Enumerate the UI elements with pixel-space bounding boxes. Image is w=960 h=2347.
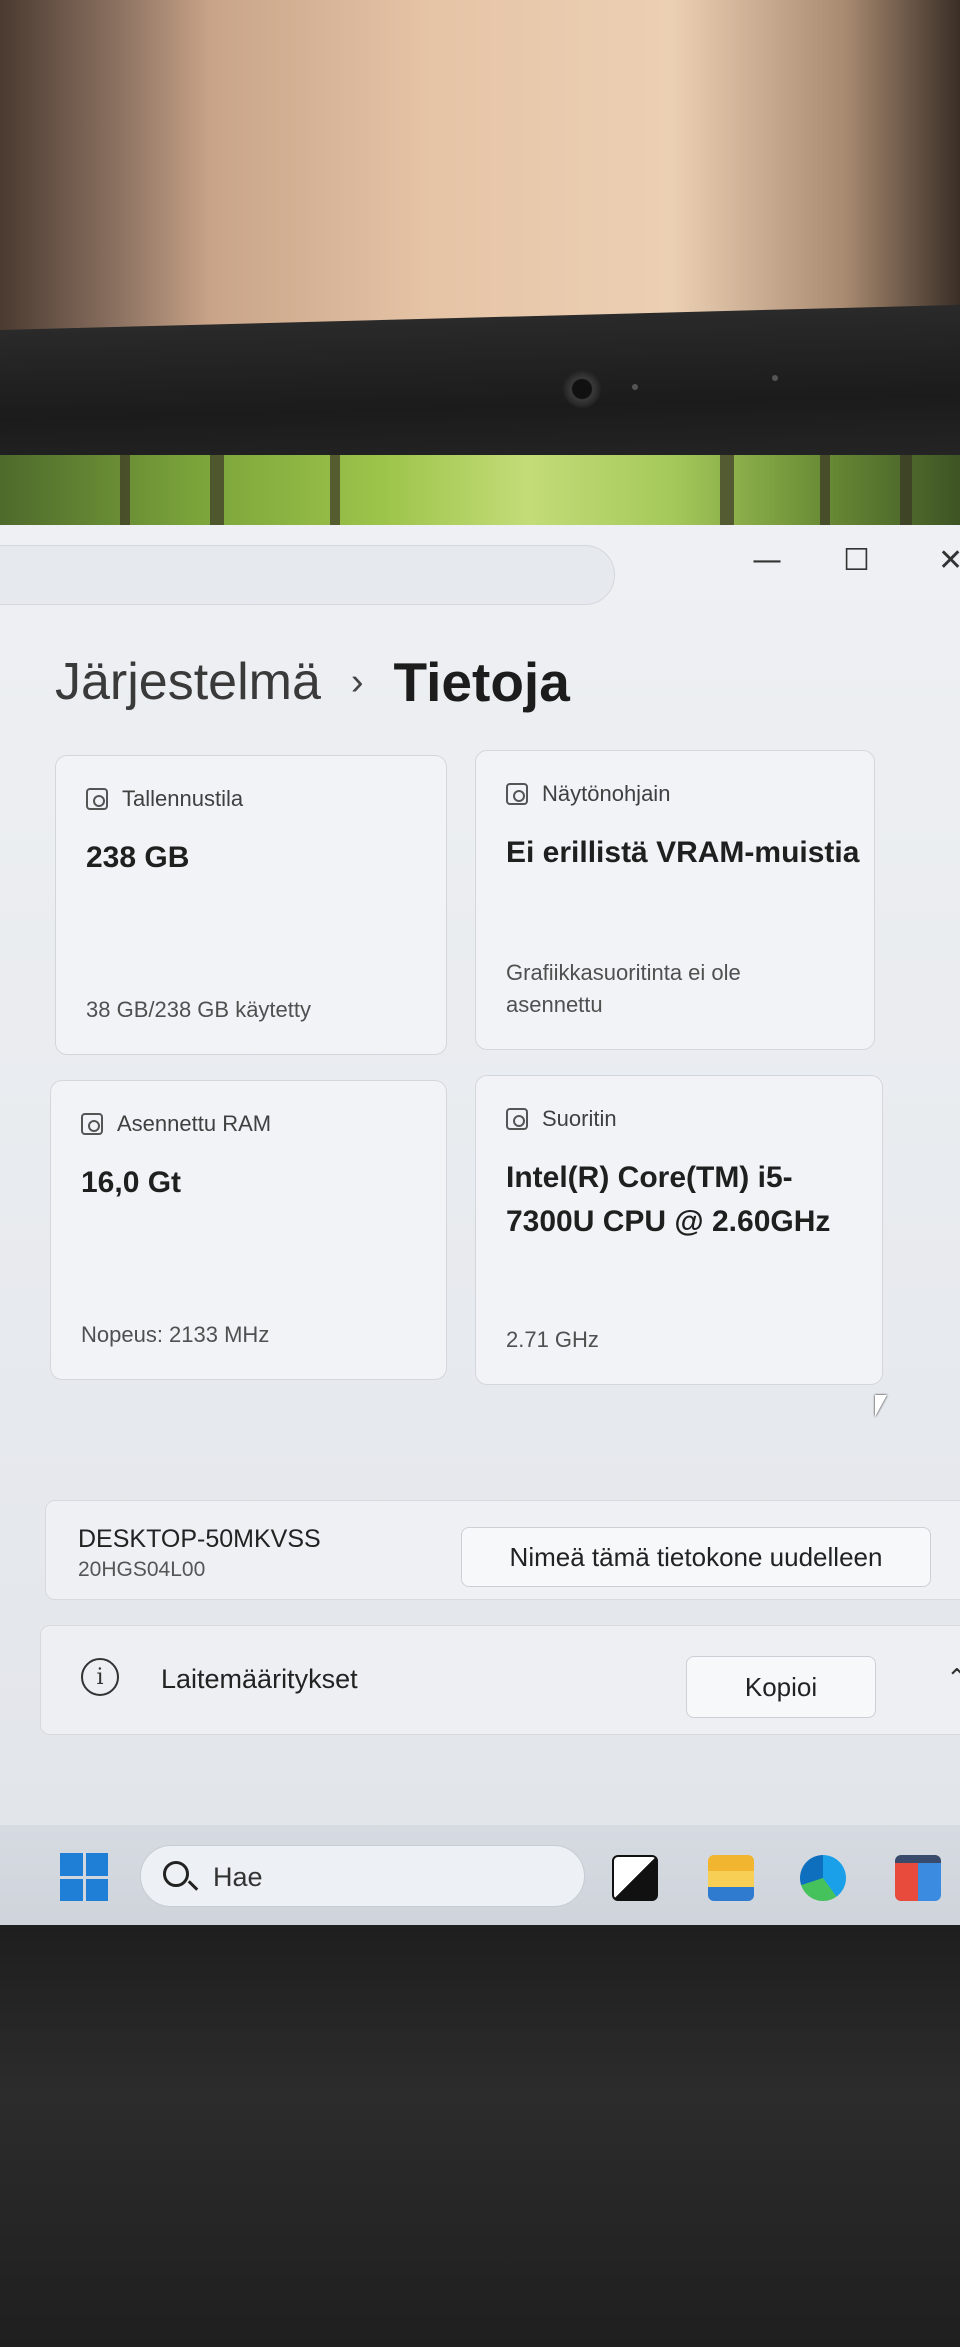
card-value: 16,0 Gt: [81, 1166, 182, 1199]
processor-icon: [506, 1108, 528, 1130]
windows-start-icon[interactable]: [60, 1853, 108, 1901]
graphics-card: Näytönohjain Ei erillistä VRAM-muistia G…: [475, 750, 875, 1050]
card-footer: Nopeus: 2133 MHz: [81, 1322, 270, 1347]
taskbar-search[interactable]: Hae: [140, 1845, 585, 1907]
chevron-up-icon[interactable]: ⌃: [946, 1664, 960, 1694]
edge-icon[interactable]: [800, 1855, 846, 1901]
device-specs-section[interactable]: i Laitemääritykset Kopioi ⌃: [40, 1625, 960, 1735]
card-footer: Grafiikkasuoritinta ei ole asennettu: [506, 960, 741, 1017]
bezel-dot: [632, 384, 638, 390]
settings-window: — ☐ ✕ Järjestelmä › Tietoja Tallennustil…: [0, 525, 960, 1855]
specs-label: Laitemääritykset: [161, 1664, 358, 1694]
background-wall: [0, 0, 960, 360]
card-title: Asennettu RAM: [117, 1111, 272, 1136]
card-title: Suoritin: [542, 1106, 617, 1131]
desktop-wallpaper: [0, 455, 960, 535]
page-title: Tietoja: [393, 651, 570, 713]
memory-icon: [81, 1113, 103, 1135]
card-value: 238 GB: [86, 841, 190, 874]
webcam: [563, 370, 601, 408]
device-model: 20HGS04L00: [78, 1558, 206, 1581]
card-title: Tallennustila: [122, 786, 244, 811]
mouse-cursor: [875, 1395, 887, 1417]
maximize-button[interactable]: ☐: [843, 543, 870, 578]
card-footer: 38 GB/238 GB käytetty: [86, 997, 312, 1022]
close-button[interactable]: ✕: [938, 543, 960, 578]
store-icon[interactable]: [895, 1855, 941, 1901]
processor-card: Suoritin Intel(R) Core(TM) i5-7300U CPU …: [475, 1075, 883, 1385]
chevron-right-icon: ›: [350, 660, 364, 703]
breadcrumb: Järjestelmä › Tietoja: [55, 650, 570, 714]
bezel-dot: [772, 375, 778, 381]
task-view-icon[interactable]: [612, 1855, 658, 1901]
ram-card: Asennettu RAM 16,0 Gt Nopeus: 2133 MHz: [50, 1080, 447, 1380]
breadcrumb-parent[interactable]: Järjestelmä: [55, 652, 321, 712]
rename-pc-button[interactable]: Nimeä tämä tietokone uudelleen: [461, 1527, 931, 1587]
card-value: Intel(R) Core(TM) i5-7300U CPU @ 2.60GHz: [506, 1161, 831, 1238]
laptop-bezel-bottom: [0, 1925, 960, 2347]
copy-button[interactable]: Kopioi: [686, 1656, 876, 1718]
device-name-card: DESKTOP-50MKVSS 20HGS04L00 Nimeä tämä ti…: [45, 1500, 960, 1600]
storage-card: Tallennustila 238 GB 38 GB/238 GB käytet…: [55, 755, 447, 1055]
minimize-button[interactable]: —: [752, 543, 782, 578]
hard-drive-icon: [86, 788, 108, 810]
search-icon: [163, 1861, 189, 1887]
card-footer: 2.71 GHz: [506, 1327, 599, 1352]
laptop-bezel-top: [0, 304, 960, 480]
screen: — ☐ ✕ Järjestelmä › Tietoja Tallennustil…: [0, 455, 960, 1925]
settings-search-box[interactable]: [0, 545, 615, 605]
search-placeholder: Hae: [213, 1862, 263, 1892]
card-value: Ei erillistä VRAM-muistia: [506, 836, 860, 869]
device-name: DESKTOP-50MKVSS: [78, 1525, 321, 1553]
card-title: Näytönohjain: [542, 781, 671, 806]
taskbar: Hae: [0, 1825, 960, 1925]
file-explorer-icon[interactable]: [708, 1855, 754, 1901]
graphics-card-icon: [506, 783, 528, 805]
info-icon: i: [81, 1658, 119, 1696]
